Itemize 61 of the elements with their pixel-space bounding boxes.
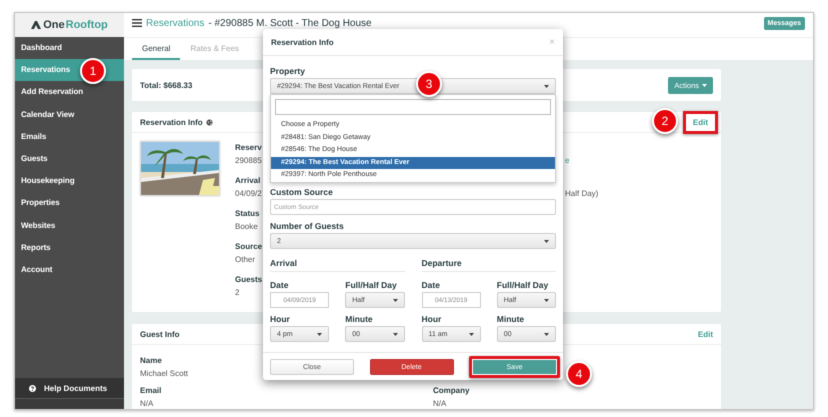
globe-icon — [206, 118, 213, 126]
sidebar-item[interactable]: Dashboard — [15, 37, 124, 60]
field-label: Source — [235, 241, 262, 253]
card-title: Reservation Info — [140, 118, 203, 126]
field-value: N/A — [433, 398, 446, 409]
caret-icon — [544, 298, 549, 302]
sidebar-item[interactable]: Calendar View — [15, 104, 124, 126]
field-label: Full/Half Day — [496, 279, 550, 292]
caret-icon — [317, 332, 322, 336]
sidebar-item[interactable]: Housekeeping — [15, 170, 124, 192]
total-text: Total: $668.33 — [140, 80, 192, 90]
menu-icon[interactable] — [132, 19, 142, 27]
field-value: Other — [235, 254, 256, 266]
search-field[interactable] — [275, 99, 551, 115]
section-heading: Departure — [422, 257, 556, 272]
caret-icon — [392, 298, 398, 302]
field-label: Guests — [235, 274, 262, 286]
field-value: Half Day) — [565, 188, 598, 200]
field-label: Hour — [422, 313, 442, 326]
field-value: Michael Scott — [140, 368, 188, 380]
field-label: Email — [140, 385, 162, 397]
field-label: Status — [235, 208, 260, 220]
card-title: Guest Info — [140, 330, 180, 338]
field-label: Reserv — [235, 142, 262, 154]
sidebar-item[interactable]: Guests — [15, 148, 124, 170]
field-value: 290885 — [235, 155, 262, 167]
caret-icon — [392, 332, 398, 336]
sidebar-item[interactable]: Add Reservation — [15, 81, 124, 104]
caret-icon — [544, 240, 549, 242]
field-label: Arrival — [235, 175, 260, 187]
field-label: Date — [270, 279, 290, 292]
field-label: Company — [433, 385, 470, 397]
field-label: Property — [270, 65, 306, 78]
field-label: Full/Half Day — [345, 279, 398, 292]
logo[interactable]: OneRooftop — [15, 13, 124, 37]
field-label: Number of Guests — [270, 220, 345, 233]
dialog-title: Reservation Info — [271, 38, 334, 46]
sidebar-item[interactable]: Reports — [15, 236, 124, 259]
sidebar-item[interactable]: Properties — [15, 192, 124, 214]
sidebar-item[interactable]: Websites — [15, 214, 124, 237]
sidebar-item[interactable]: Account — [15, 258, 124, 282]
page-title: - #290885 M. Scott - The Dog House — [208, 18, 372, 28]
field-label: Hour — [270, 313, 291, 326]
caret-icon — [468, 332, 474, 336]
section-heading: Arrival — [270, 257, 404, 272]
caret-icon — [702, 84, 707, 86]
caret-icon — [544, 332, 549, 336]
field-value: 2 — [235, 287, 240, 299]
field-label: Date — [422, 279, 441, 292]
field-value: Booke — [235, 221, 258, 233]
field-value: N/A — [140, 398, 154, 409]
roof-icon — [31, 21, 42, 29]
field-value: 04/09/2 — [235, 188, 262, 200]
help-icon — [29, 384, 36, 392]
caret-icon — [544, 84, 549, 88]
field-label: Minute — [496, 313, 526, 326]
help-link[interactable]: Help Documents — [15, 378, 124, 398]
sidebar-item[interactable]: Emails — [15, 126, 124, 148]
field-label: Custom Source — [270, 186, 334, 199]
field-label: Minute — [345, 313, 374, 326]
field-label: Name — [140, 355, 162, 367]
